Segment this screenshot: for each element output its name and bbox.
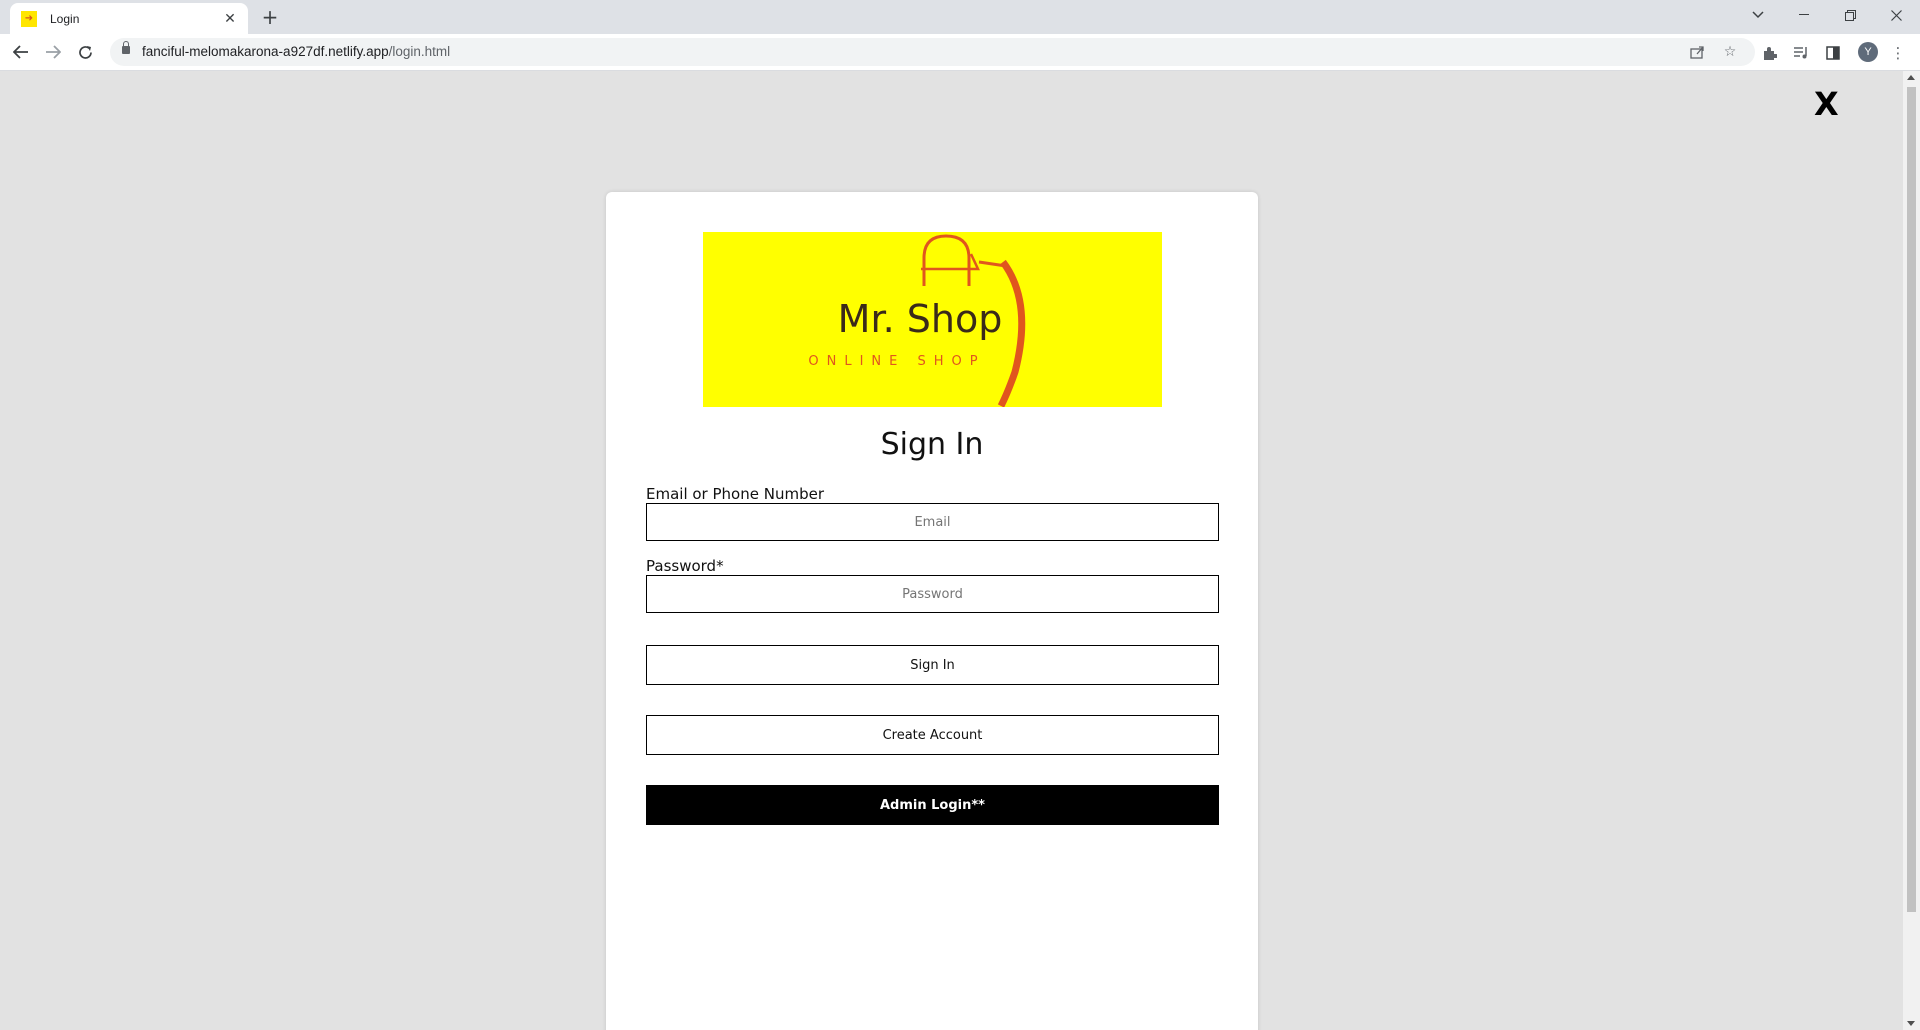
password-field[interactable]	[646, 575, 1219, 613]
email-label: Email or Phone Number	[646, 485, 824, 503]
window-close-icon[interactable]	[1876, 4, 1916, 26]
favicon-icon: ➜	[21, 10, 37, 27]
bookmark-star-icon[interactable]: ☆	[1721, 43, 1739, 61]
logo-tagline-text: ONLINE SHOP	[808, 354, 985, 369]
minimize-icon[interactable]	[1784, 4, 1824, 26]
url-path: /login.html	[388, 44, 451, 59]
page-scrollbar[interactable]	[1903, 71, 1920, 1030]
url-text[interactable]: fanciful-melomakarona-a927df.netlify.app…	[142, 44, 450, 59]
side-panel-icon[interactable]	[1823, 43, 1843, 63]
address-bar[interactable]: fanciful-melomakarona-a927df.netlify.app…	[110, 38, 1755, 66]
scroll-down-icon[interactable]	[1907, 1021, 1915, 1026]
extensions-icon[interactable]	[1759, 43, 1779, 63]
scroll-thumb[interactable]	[1907, 87, 1916, 912]
menu-kebab-icon[interactable]: ⋮	[1888, 43, 1908, 63]
page-title: Sign In	[880, 427, 984, 462]
close-icon[interactable]: X	[1814, 85, 1839, 123]
media-control-icon[interactable]	[1791, 43, 1811, 63]
login-card: Mr. Shop ONLINE SHOP Sign In Email or Ph…	[606, 192, 1258, 1030]
profile-avatar[interactable]: Y	[1858, 42, 1878, 62]
password-label: Password*	[646, 557, 724, 575]
browser-toolbar: fanciful-melomakarona-a927df.netlify.app…	[0, 34, 1920, 71]
admin-login-button[interactable]: Admin Login**	[646, 785, 1219, 825]
share-icon[interactable]	[1688, 43, 1706, 61]
restore-icon[interactable]	[1830, 4, 1870, 26]
browser-tab-strip: ➜ Login ✕ +	[0, 0, 1920, 34]
shop-logo: Mr. Shop ONLINE SHOP	[703, 232, 1162, 408]
browser-tab[interactable]: ➜ Login ✕	[10, 3, 248, 34]
logo-brand-text: Mr. Shop	[838, 297, 1003, 341]
email-field[interactable]	[646, 503, 1219, 541]
signin-button[interactable]: Sign In	[646, 645, 1219, 685]
url-host: fanciful-melomakarona-a927df.netlify.app	[142, 44, 389, 59]
back-icon[interactable]	[10, 41, 32, 63]
new-tab-icon[interactable]: +	[260, 7, 280, 27]
forward-icon[interactable]	[42, 41, 64, 63]
reload-icon[interactable]	[74, 41, 96, 63]
page-viewport: X Mr. Shop ONLINE SHOP Sign In Email or …	[0, 71, 1903, 1030]
tab-search-icon[interactable]	[1738, 4, 1778, 26]
create-account-button[interactable]: Create Account	[646, 715, 1219, 755]
tab-close-icon[interactable]: ✕	[222, 11, 238, 27]
scroll-up-icon[interactable]	[1907, 75, 1915, 80]
lock-icon[interactable]	[122, 41, 130, 54]
tab-title: Login	[50, 11, 80, 26]
